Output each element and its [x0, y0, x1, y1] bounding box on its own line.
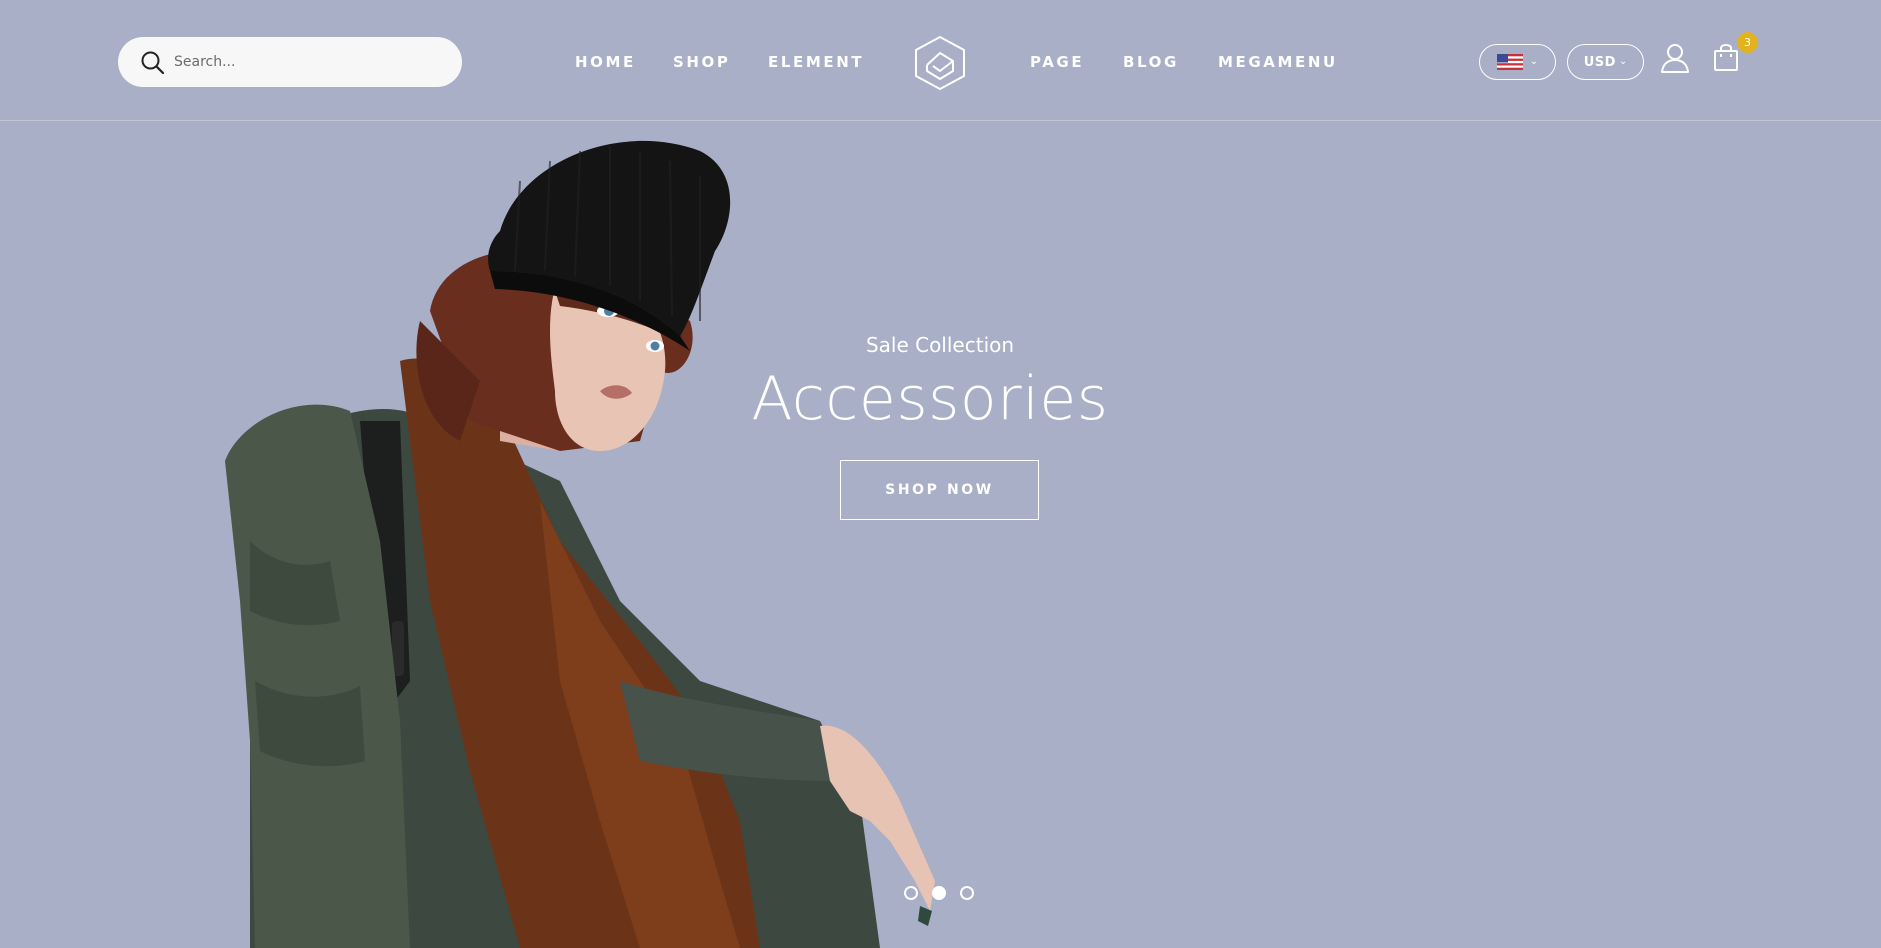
- search-icon[interactable]: [140, 50, 166, 76]
- slider-dot-3[interactable]: [960, 886, 974, 900]
- hero-subtitle: Sale Collection: [865, 333, 1015, 357]
- chevron-down-icon: ⌄: [1618, 56, 1628, 67]
- currency-selector[interactable]: USD ⌄: [1567, 44, 1644, 80]
- hero-model-image: [225, 140, 935, 948]
- nav-home[interactable]: HOME: [575, 52, 636, 72]
- nav-megamenu[interactable]: MEGAMENU: [1218, 52, 1338, 72]
- search-box: [118, 37, 462, 87]
- nav-shop[interactable]: SHOP: [673, 52, 731, 72]
- nav-page[interactable]: PAGE: [1030, 52, 1084, 72]
- site-header: HOME SHOP ELEMENT PAGE BLOG MEGAMENU ⌄ U…: [0, 0, 1881, 121]
- hero-title: Accessories: [751, 364, 1109, 434]
- user-account-icon[interactable]: [1660, 43, 1690, 73]
- us-flag-icon: [1496, 54, 1523, 70]
- nav-blog[interactable]: BLOG: [1123, 52, 1179, 72]
- logo-icon[interactable]: [913, 35, 967, 91]
- shopping-bag-icon[interactable]: [1713, 42, 1739, 72]
- cart-count-badge: 3: [1737, 32, 1758, 53]
- language-selector[interactable]: ⌄: [1479, 44, 1556, 80]
- shop-now-button[interactable]: SHOP NOW: [840, 460, 1039, 520]
- chevron-down-icon: ⌄: [1529, 56, 1539, 67]
- nav-element[interactable]: ELEMENT: [768, 52, 864, 72]
- slider-dot-1[interactable]: [904, 886, 918, 900]
- slider-dot-2[interactable]: [932, 886, 946, 900]
- search-input[interactable]: [174, 47, 444, 77]
- currency-label: USD: [1583, 54, 1616, 70]
